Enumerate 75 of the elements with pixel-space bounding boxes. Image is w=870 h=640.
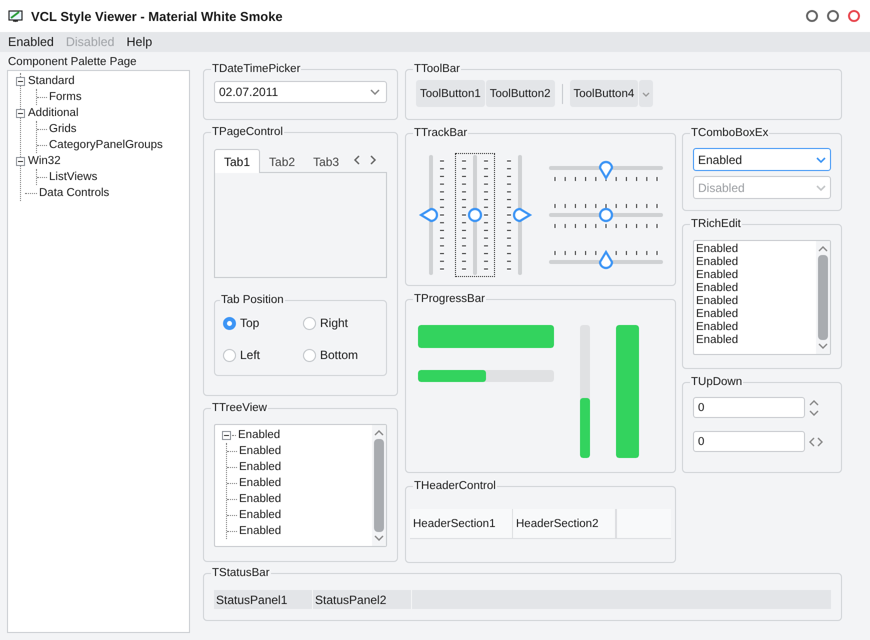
chevron-down-icon (642, 92, 650, 96)
tree-item[interactable]: Enabled (239, 493, 282, 505)
combo-box[interactable]: Enabled (693, 148, 831, 171)
tree-item[interactable]: Data Controls (39, 187, 110, 199)
tree-item[interactable]: Grids (49, 123, 76, 135)
maximize-button[interactable] (827, 10, 839, 22)
tool-button[interactable]: ToolButton1 (416, 80, 485, 107)
scroll-down-icon[interactable] (374, 535, 384, 541)
status-panel: StatusPanel2 (313, 590, 412, 609)
chevron-right-icon[interactable] (369, 155, 378, 165)
status-panel: StatusPanel1 (214, 590, 313, 609)
collapse-icon[interactable] (16, 156, 25, 166)
chevron-left-icon[interactable] (353, 155, 362, 165)
group-title: TTrackBar (413, 127, 468, 139)
tree-item[interactable]: Additional (28, 107, 79, 119)
tree-item[interactable]: Enabled (239, 461, 282, 473)
number-field[interactable]: 0 (693, 397, 805, 418)
vertical-slider[interactable] (504, 153, 534, 277)
collapse-icon[interactable] (222, 430, 231, 440)
close-button[interactable] (848, 10, 860, 22)
radio-label: Left (240, 348, 260, 362)
tree-item[interactable]: Enabled (239, 525, 282, 537)
tool-button[interactable]: ToolButton2 (486, 80, 554, 107)
group-title: TDateTimePicker (211, 63, 302, 75)
tool-button[interactable]: ToolButton4 (570, 80, 638, 107)
tree-item[interactable]: CategoryPanelGroups (49, 139, 163, 151)
menu-item[interactable]: Enabled (6, 35, 56, 49)
chevron-down-icon (370, 89, 380, 95)
group-title: Tab Position (220, 294, 285, 306)
tree-item[interactable]: ListViews (49, 171, 98, 183)
radio-label: Bottom (320, 348, 358, 362)
tree-item[interactable]: Standard (28, 75, 75, 87)
group-title: TProgressBar (413, 293, 486, 305)
scroll-up-icon[interactable] (374, 430, 384, 436)
tree-item[interactable]: Enabled (238, 429, 280, 441)
tree-item[interactable]: Enabled (239, 509, 282, 521)
vertical-slider[interactable] (455, 153, 495, 277)
group-title: TComboBoxEx (690, 127, 770, 139)
tree-item[interactable]: Win32 (28, 155, 61, 167)
collapse-icon[interactable] (16, 76, 25, 86)
header-section[interactable]: HeaderSection1 (410, 509, 513, 538)
monitor-icon (8, 8, 24, 24)
chevron-down-icon (816, 184, 826, 190)
radio-label: Right (320, 316, 348, 330)
radio-button[interactable] (303, 348, 316, 362)
dropdown-button[interactable] (639, 80, 654, 107)
collapse-icon[interactable] (16, 108, 25, 118)
group-title: TRichEdit (690, 218, 742, 230)
panel-label: Component Palette Page (8, 56, 137, 68)
date-picker-field[interactable]: 02.07.2011 (214, 81, 387, 103)
group-title: TTreeView (211, 402, 268, 414)
scrollbar[interactable] (372, 425, 386, 546)
radio-button[interactable] (223, 348, 236, 362)
radio-label: Top (240, 316, 260, 330)
tab[interactable]: Tab3 (304, 151, 348, 173)
minimize-button[interactable] (806, 10, 818, 22)
radio-button[interactable] (223, 316, 236, 330)
chevron-down-icon (816, 156, 826, 162)
group-title: TToolBar (413, 63, 462, 75)
tab[interactable]: Tab1 (214, 149, 260, 173)
tree-item[interactable]: Enabled (239, 445, 282, 457)
group-title: THeaderControl (413, 480, 497, 492)
menu-item[interactable]: Help (124, 35, 154, 49)
radio-button[interactable] (303, 316, 316, 330)
group-title: TUpDown (690, 376, 744, 388)
window-title: VCL Style Viewer - Material White Smoke (31, 8, 283, 24)
header-section[interactable]: HeaderSection2 (513, 509, 616, 538)
tab[interactable]: Tab2 (260, 151, 304, 173)
left-right-arrows-icon[interactable] (808, 436, 824, 448)
tree-item[interactable]: Enabled (239, 477, 282, 489)
tree-item[interactable]: Forms (49, 91, 82, 103)
number-field[interactable]: 0 (693, 431, 805, 452)
group-title: TPageControl (211, 126, 284, 138)
group-title: TStatusBar (211, 567, 271, 579)
up-down-arrows-icon[interactable] (808, 398, 820, 418)
